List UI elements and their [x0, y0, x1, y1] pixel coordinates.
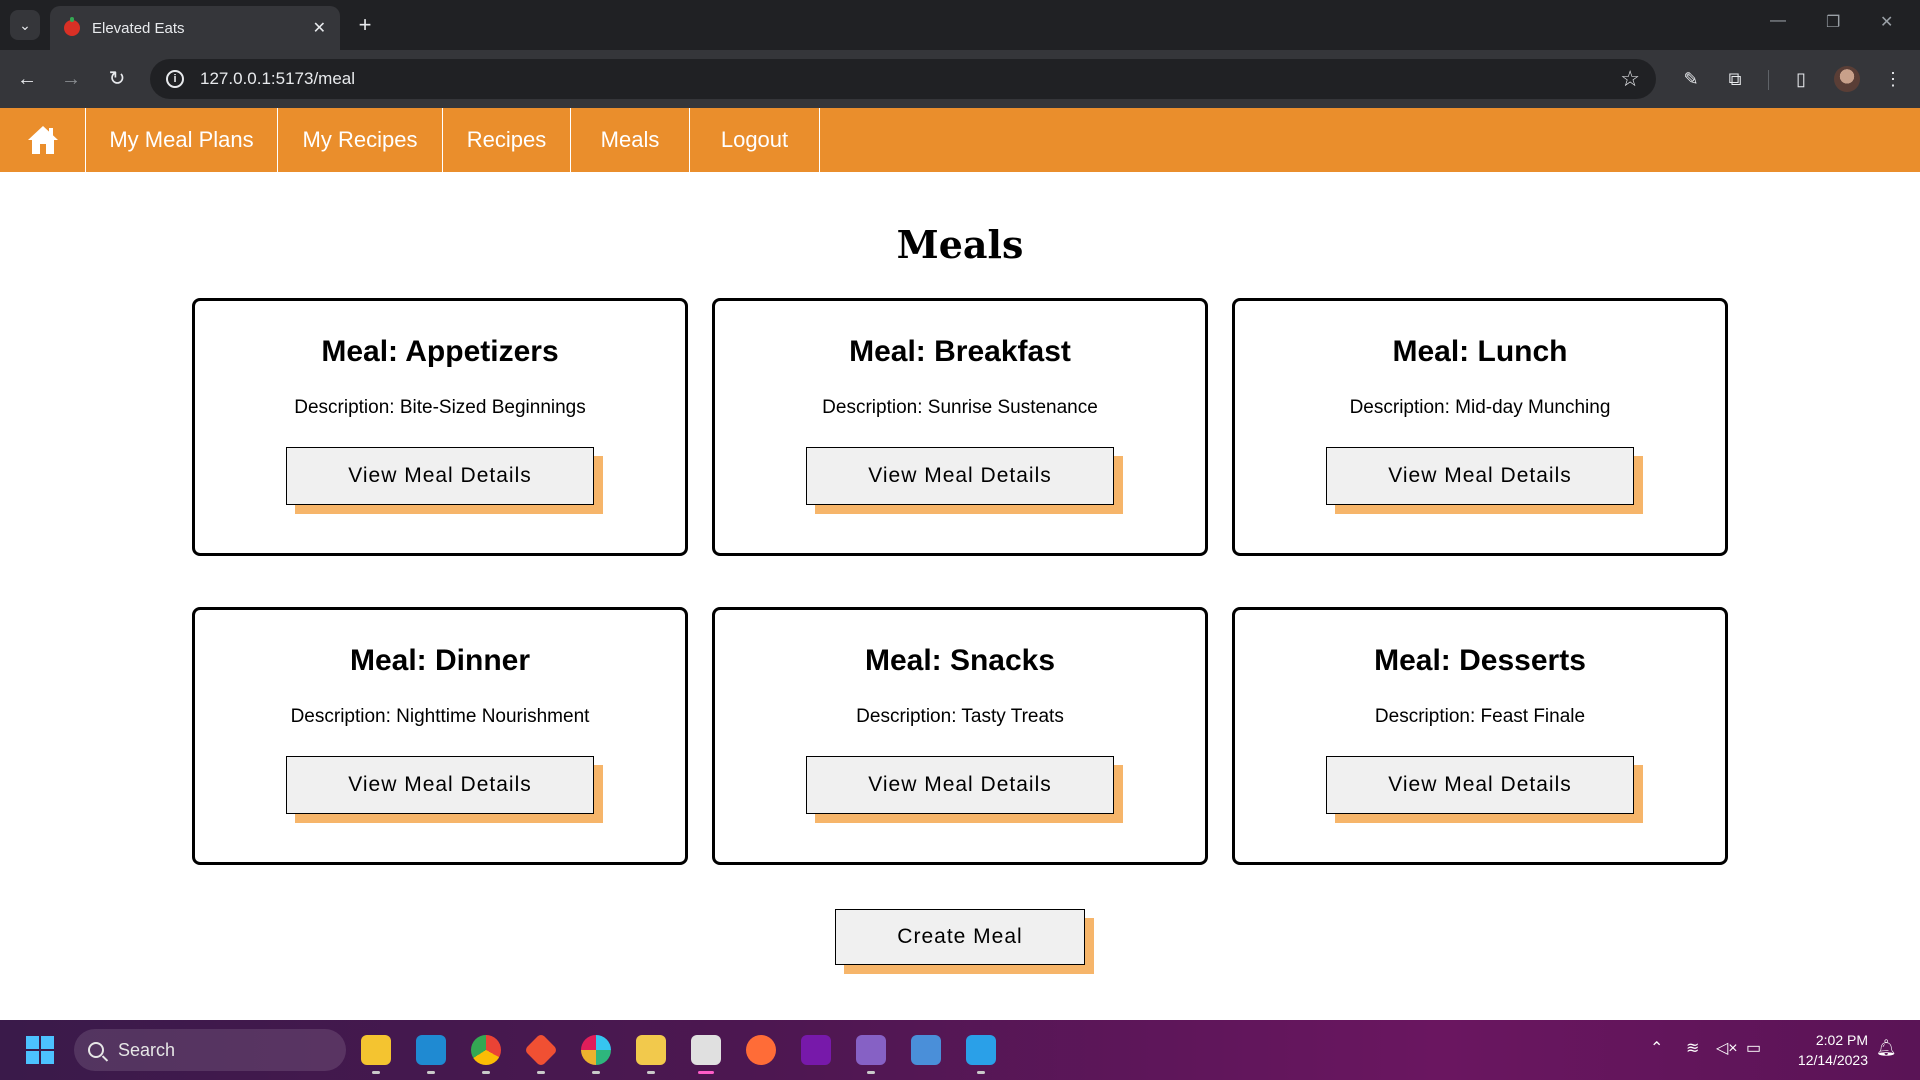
nav-my-meal-plans[interactable]: My Meal Plans — [86, 108, 278, 172]
running-indicator — [537, 1071, 545, 1074]
nav-logout[interactable]: Logout — [690, 108, 820, 172]
browser-tab[interactable]: Elevated Eats ✕ — [50, 6, 340, 50]
app-nav-bar: My Meal Plans My Recipes Recipes Meals L… — [0, 108, 1920, 172]
meal-card-title: Meal: Lunch — [1392, 335, 1568, 368]
view-meal-details-button[interactable]: View Meal Details — [806, 447, 1114, 505]
view-meal-details-button[interactable]: View Meal Details — [1326, 447, 1634, 505]
view-meal-details-button[interactable]: View Meal Details — [286, 447, 594, 505]
battery-icon[interactable]: ▭ — [1746, 1038, 1761, 1058]
windows-taskbar: Search ⌃ ≋ ◁× ▭ 2:02 PM 12/14/2023 🔔︎ — [0, 1020, 1920, 1080]
active-indicator — [698, 1071, 714, 1074]
meal-card-description: Description: Tasty Treats — [856, 706, 1064, 727]
visual-studio-icon[interactable] — [856, 1035, 886, 1065]
browser-tab-bar: ⌄ Elevated Eats ✕ + — ❐ ✕ — [0, 0, 1920, 50]
page-title: Meals — [896, 222, 1024, 267]
eyedropper-extension-icon[interactable]: ✎ — [1678, 66, 1704, 92]
apple-favicon-icon — [64, 17, 80, 36]
nav-recipes[interactable]: Recipes — [443, 108, 571, 172]
view-meal-details-button[interactable]: View Meal Details — [806, 756, 1114, 814]
running-indicator — [372, 1071, 380, 1074]
search-icon — [88, 1042, 104, 1058]
minimize-icon[interactable]: — — [1770, 12, 1786, 30]
snipping-tool-icon[interactable] — [691, 1035, 721, 1065]
tray-chevron-up-icon[interactable]: ⌃ — [1650, 1038, 1663, 1058]
windows-start-icon[interactable] — [26, 1036, 54, 1064]
site-info-icon[interactable]: i — [166, 70, 184, 88]
clock-time: 2:02 PM — [1815, 1032, 1868, 1048]
create-meal-button[interactable]: Create Meal — [835, 909, 1085, 965]
meal-card-snacks: Meal: Snacks Description: Tasty Treats V… — [712, 607, 1208, 865]
clock-date: 12/14/2023 — [1797, 1052, 1868, 1068]
meal-card-desserts: Meal: Desserts Description: Feast Finale… — [1232, 607, 1728, 865]
restore-icon[interactable]: ❐ — [1826, 12, 1840, 32]
home-button[interactable] — [0, 108, 86, 172]
home-icon — [27, 126, 58, 154]
meal-card-title: Meal: Desserts — [1374, 644, 1586, 677]
running-indicator — [427, 1071, 435, 1074]
sticky-notes-icon[interactable] — [636, 1035, 666, 1065]
meal-card-title: Meal: Breakfast — [849, 335, 1071, 368]
running-indicator — [592, 1071, 600, 1074]
side-panel-icon[interactable]: ▯ — [1788, 66, 1814, 92]
volume-muted-icon[interactable]: ◁× — [1716, 1038, 1738, 1058]
taskbar-search-placeholder: Search — [118, 1039, 176, 1060]
onenote-icon[interactable] — [801, 1035, 831, 1065]
nav-my-recipes[interactable]: My Recipes — [278, 108, 443, 172]
bookmark-star-icon[interactable]: ☆ — [1620, 66, 1640, 92]
meal-card-description: Description: Feast Finale — [1374, 706, 1586, 727]
reload-icon[interactable]: ↻ — [104, 66, 130, 92]
meal-card-lunch: Meal: Lunch Description: Mid-day Munchin… — [1232, 298, 1728, 556]
file-explorer-icon[interactable] — [361, 1035, 391, 1065]
tab-title: Elevated Eats — [92, 19, 185, 37]
meal-card-dinner: Meal: Dinner Description: Nighttime Nour… — [192, 607, 688, 865]
meal-card-description: Description: Sunrise Sustenance — [822, 397, 1098, 418]
vscode-icon[interactable] — [416, 1035, 446, 1065]
more-menu-icon[interactable]: ⋮ — [1880, 66, 1906, 92]
meal-card-appetizers: Meal: Appetizers Description: Bite-Sized… — [192, 298, 688, 556]
git-icon[interactable] — [524, 1033, 558, 1067]
back-icon[interactable]: ← — [14, 66, 40, 92]
wifi-icon[interactable]: ≋ — [1686, 1038, 1699, 1058]
forward-icon[interactable]: → — [58, 66, 84, 92]
running-indicator — [647, 1071, 655, 1074]
tab-list-chevron-icon[interactable]: ⌄ — [10, 10, 40, 40]
meal-card-breakfast: Meal: Breakfast Description: Sunrise Sus… — [712, 298, 1208, 556]
window-close-icon[interactable]: ✕ — [1880, 12, 1893, 32]
view-meal-details-button[interactable]: View Meal Details — [286, 756, 594, 814]
running-indicator — [867, 1071, 875, 1074]
meal-card-description: Description: Nighttime Nourishment — [290, 706, 590, 727]
slack-icon[interactable] — [581, 1035, 611, 1065]
running-indicator — [482, 1071, 490, 1074]
meal-card-title: Meal: Appetizers — [321, 335, 559, 368]
new-tab-button[interactable]: + — [352, 12, 378, 38]
teams-icon[interactable] — [911, 1035, 941, 1065]
toolbar-divider — [1768, 70, 1769, 90]
profile-avatar[interactable] — [1834, 66, 1860, 92]
taskbar-clock[interactable]: 2:02 PM 12/14/2023 — [1786, 1030, 1868, 1070]
chrome-icon[interactable] — [471, 1035, 501, 1065]
meal-card-description: Description: Mid-day Munching — [1349, 397, 1611, 418]
notification-bell-icon[interactable]: 🔔︎ — [1876, 1038, 1896, 1058]
address-bar[interactable]: i 127.0.0.1:5173/meal ☆ — [150, 59, 1656, 99]
meal-card-title: Meal: Dinner — [349, 644, 531, 677]
url-text: 127.0.0.1:5173/meal — [200, 69, 356, 88]
view-meal-details-button[interactable]: View Meal Details — [1326, 756, 1634, 814]
postman-icon[interactable] — [746, 1035, 776, 1065]
extensions-puzzle-icon[interactable]: ⧉ — [1722, 66, 1748, 92]
taskbar-search[interactable]: Search — [74, 1029, 346, 1071]
browser-toolbar: ← → ↻ i 127.0.0.1:5173/meal ☆ ✎ ⧉ ▯ ⋮ — [0, 50, 1920, 108]
photos-icon[interactable] — [966, 1035, 996, 1065]
tab-close-icon[interactable]: ✕ — [313, 18, 326, 38]
nav-meals[interactable]: Meals — [571, 108, 690, 172]
meal-card-title: Meal: Snacks — [864, 644, 1056, 677]
meal-card-description: Description: Bite-Sized Beginnings — [294, 397, 586, 418]
running-indicator — [977, 1071, 985, 1074]
